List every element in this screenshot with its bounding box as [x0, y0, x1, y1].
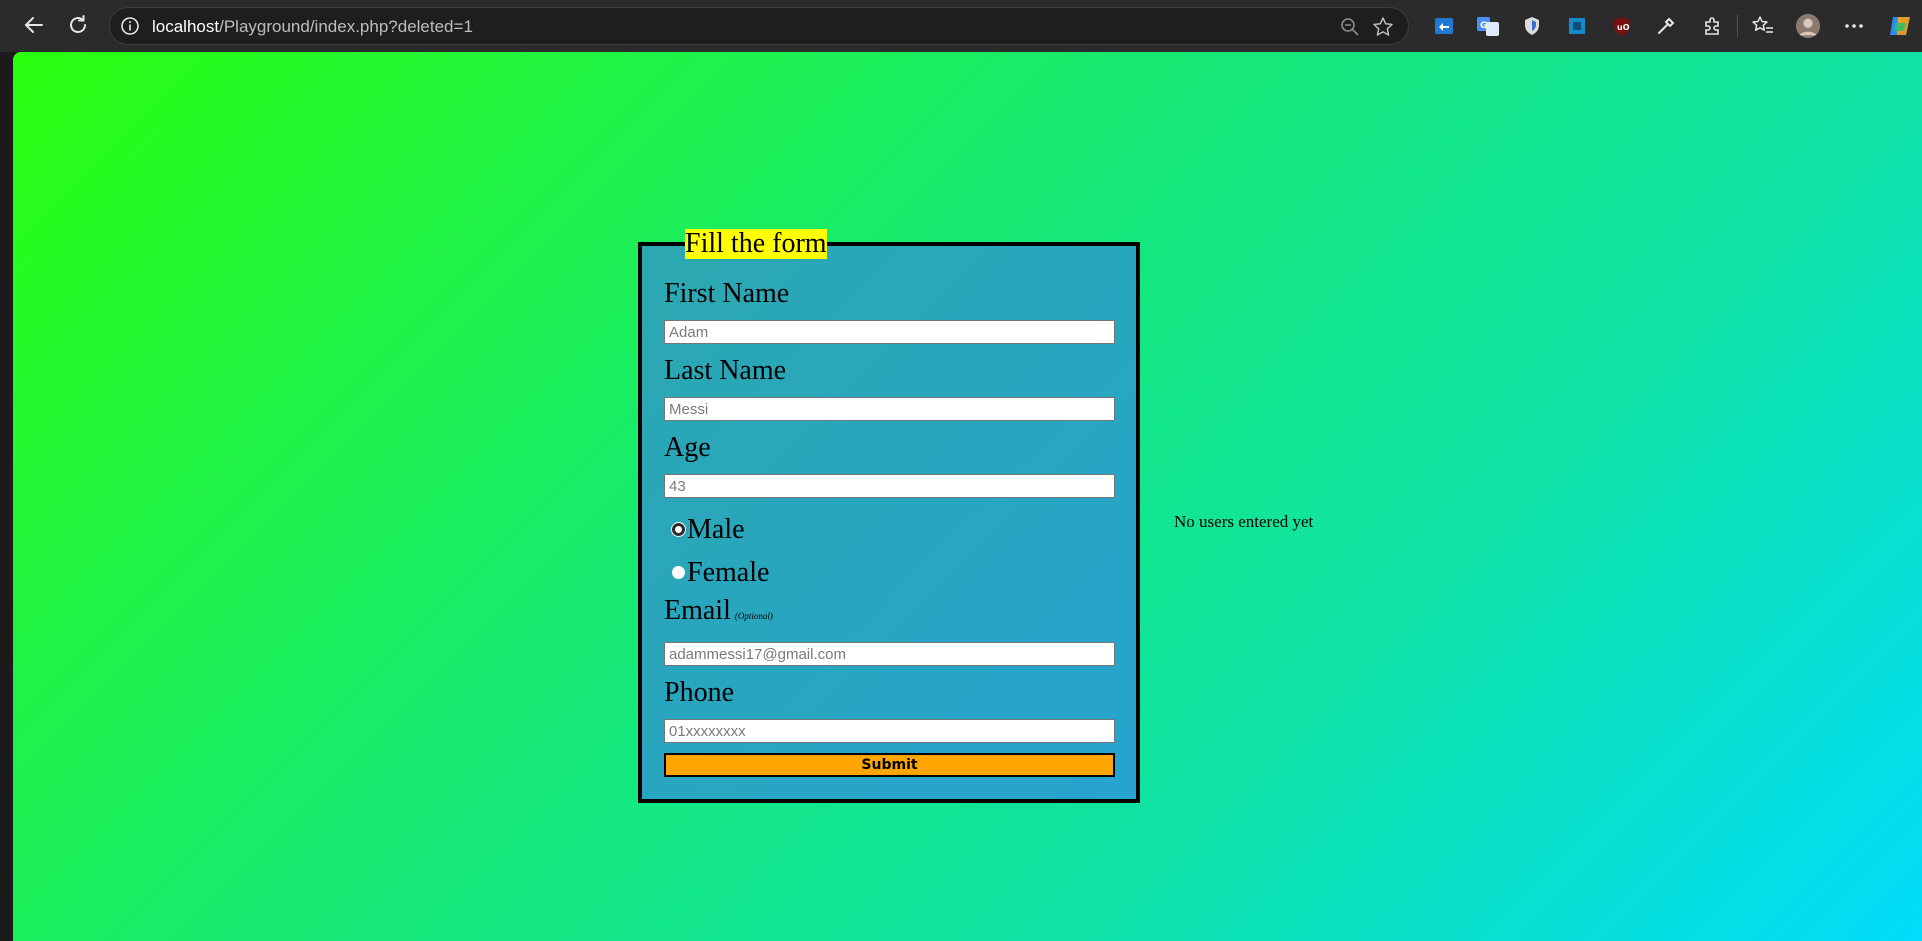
zoom-out-icon[interactable]: [1340, 17, 1360, 37]
email-optional-note: (Optional): [734, 611, 773, 621]
address-bar[interactable]: localhost/Playground/index.php?deleted=1: [109, 7, 1409, 45]
back-arrow-icon: [24, 17, 43, 33]
form-legend: Fill the form: [685, 228, 827, 259]
reload-button[interactable]: [65, 12, 91, 38]
toolbar-divider: [1737, 15, 1738, 37]
more-options-icon[interactable]: [1841, 13, 1867, 39]
reload-icon: [70, 15, 86, 33]
ublock-icon[interactable]: uO: [1609, 13, 1635, 39]
email-input[interactable]: [664, 642, 1115, 666]
last-name-input[interactable]: [664, 397, 1115, 421]
back-button[interactable]: [21, 12, 47, 38]
gender-option-male[interactable]: Male: [664, 508, 1115, 551]
female-radio[interactable]: [672, 566, 685, 579]
male-radio[interactable]: [672, 523, 685, 536]
extension-screen-icon[interactable]: [1431, 13, 1457, 39]
screenshot-extension-icon[interactable]: [1564, 13, 1590, 39]
translate-icon[interactable]: G: [1475, 13, 1501, 39]
site-info-icon[interactable]: [120, 16, 140, 36]
first-name-label: First Name: [664, 278, 790, 309]
submit-button[interactable]: Submit: [664, 753, 1115, 777]
eyedropper-icon[interactable]: [1653, 13, 1679, 39]
copilot-icon[interactable]: [1887, 13, 1913, 39]
phone-label: Phone: [664, 677, 734, 708]
svg-text:G: G: [1480, 21, 1487, 31]
browser-toolbar: localhost/Playground/index.php?deleted=1…: [0, 0, 1922, 52]
email-label: Email (Optional): [664, 595, 773, 626]
age-label: Age: [664, 432, 711, 463]
page-viewport: Fill the form First Name Last Name Age M…: [13, 52, 1922, 941]
phone-input[interactable]: [664, 719, 1115, 743]
svg-text:uO: uO: [1617, 23, 1630, 32]
url-text: localhost/Playground/index.php?deleted=1: [152, 17, 473, 36]
gender-option-female[interactable]: Female: [664, 551, 1115, 594]
favorites-icon[interactable]: [1750, 13, 1776, 39]
male-label: Male: [687, 513, 745, 545]
last-name-label: Last Name: [664, 355, 787, 386]
favorite-star-icon[interactable]: [1372, 16, 1394, 38]
shield-extension-icon[interactable]: [1519, 13, 1545, 39]
user-form: Fill the form First Name Last Name Age M…: [638, 229, 1140, 803]
first-name-input[interactable]: [664, 320, 1115, 344]
age-input[interactable]: [664, 474, 1115, 498]
no-users-message: No users entered yet: [1174, 512, 1314, 531]
profile-avatar-icon[interactable]: [1795, 13, 1821, 39]
female-label: Female: [687, 556, 770, 588]
extensions-puzzle-icon[interactable]: [1699, 13, 1725, 39]
